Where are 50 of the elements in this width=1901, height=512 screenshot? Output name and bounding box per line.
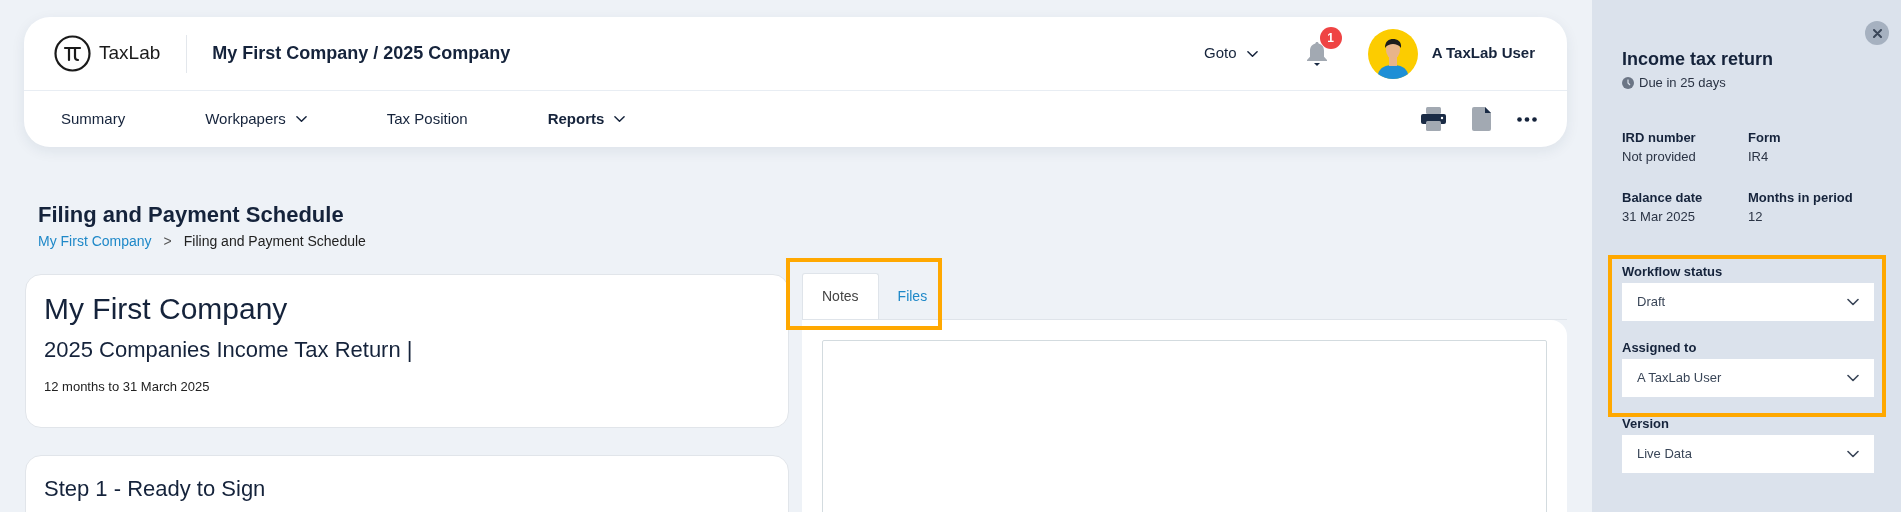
bell-icon[interactable] [1305, 40, 1328, 67]
detail-value: 12 [1748, 207, 1764, 226]
goto-dropdown[interactable]: Goto [1204, 42, 1258, 65]
more-options-icon[interactable] [1517, 116, 1537, 122]
chevron-down-icon [1847, 449, 1859, 458]
detail-label: Months in period [1748, 188, 1854, 207]
select-label: Version [1622, 414, 1670, 433]
nav-tab[interactable]: Tax Position [386, 107, 468, 131]
period-text: 12 months to 31 March 2025 [44, 378, 211, 396]
breadcrumb-link[interactable]: My First Company [38, 231, 152, 252]
chevron-down-icon [295, 115, 307, 123]
detail-label: Balance date [1622, 188, 1704, 207]
close-button[interactable] [1865, 21, 1889, 45]
step-title: Step 1 - Ready to Sign [44, 475, 267, 503]
notes-files-tab[interactable]: Notes [802, 273, 879, 319]
detail-value: Not provided [1622, 147, 1697, 166]
notification-badge: 1 [1319, 26, 1342, 49]
return-title: 2025 Companies Income Tax Return | [44, 336, 414, 364]
notes-files-tab[interactable]: Files [878, 273, 947, 319]
document-icon[interactable] [1472, 107, 1491, 131]
nav-tab[interactable]: Summary [61, 107, 126, 131]
chevron-down-icon [1847, 297, 1859, 306]
breadcrumb-separator: > [163, 232, 172, 251]
detail-label: Form [1748, 128, 1782, 147]
pi-logo-icon [54, 35, 91, 72]
detail-value: IR4 [1748, 147, 1770, 166]
panel-title: Income tax return [1622, 48, 1775, 71]
chevron-down-icon [1847, 373, 1859, 382]
detail-label: IRD number [1622, 128, 1697, 147]
user-name: A TaxLab User [1431, 43, 1535, 64]
page-title: Filing and Payment Schedule [38, 201, 345, 229]
company-name: My First Company [44, 291, 289, 327]
chevron-down-icon [1246, 49, 1258, 58]
chevron-down-icon [614, 115, 626, 123]
breadcrumb-current: Filing and Payment Schedule [183, 232, 366, 251]
detail-value: 31 Mar 2025 [1622, 207, 1696, 226]
due-text: Due in 25 days [1639, 74, 1726, 92]
select-dropdown[interactable]: Draft [1622, 282, 1874, 321]
close-icon [1872, 28, 1882, 38]
user-avatar[interactable] [1367, 28, 1418, 79]
select-label: Workflow status [1622, 262, 1724, 281]
select-dropdown[interactable]: Live Data [1622, 434, 1874, 473]
select-dropdown[interactable]: A TaxLab User [1622, 358, 1874, 397]
printer-icon[interactable] [1421, 107, 1446, 131]
clock-icon [1622, 76, 1634, 89]
select-label: Assigned to [1622, 338, 1698, 357]
nav-tab[interactable]: Workpapers [205, 107, 307, 131]
company-title: My First Company / 2025 Company [212, 42, 511, 65]
logo-text: TaxLab [99, 41, 161, 66]
nav-tab[interactable]: Reports [547, 107, 626, 131]
